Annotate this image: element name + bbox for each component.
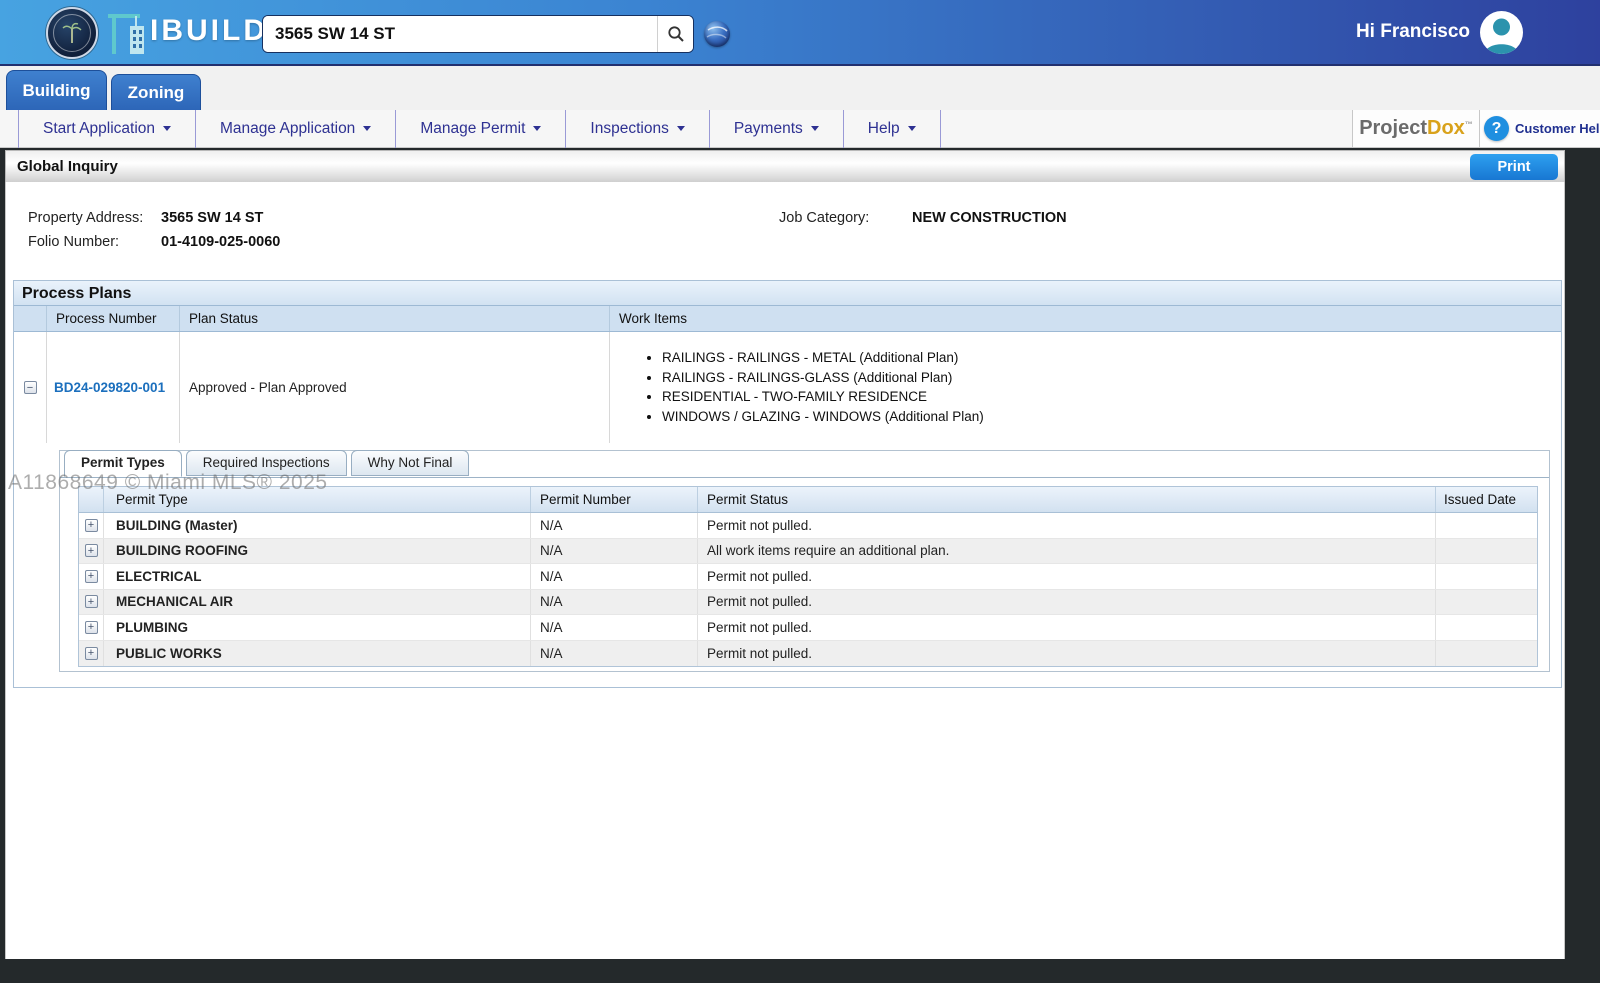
print-button[interactable]: Print — [1470, 154, 1558, 180]
permits-header-row: Permit Type Permit Number Permit Status … — [79, 487, 1537, 513]
job-category-value: NEW CONSTRUCTION — [912, 210, 1067, 226]
search-button[interactable] — [657, 16, 693, 52]
work-items-list: RAILINGS - RAILINGS - METAL (Additional … — [610, 332, 1561, 426]
col-permit-number: Permit Number — [531, 487, 698, 512]
menu-manage-application[interactable]: Manage Application — [196, 110, 396, 148]
chevron-down-icon — [533, 126, 541, 131]
main-menu-bar: Start Application Manage Application Man… — [0, 110, 1600, 148]
work-item: RAILINGS - RAILINGS-GLASS (Additional Pl… — [662, 368, 1561, 388]
tab-underline — [60, 477, 1549, 478]
tab-required-inspections[interactable]: Required Inspections — [186, 450, 347, 476]
search-input[interactable] — [263, 16, 657, 52]
top-header-bar: IBUILD Hi Francisco — [0, 0, 1600, 66]
table-row: + BUILDING ROOFING N/A All work items re… — [79, 539, 1537, 565]
col-permit-type: Permit Type — [104, 487, 531, 512]
process-plans-heading: Process Plans — [14, 281, 1561, 306]
property-address-label: Property Address: — [28, 210, 143, 226]
customer-help-label: Customer Help — [1515, 121, 1600, 136]
expand-row-button[interactable]: + — [85, 647, 98, 660]
table-row: + PLUMBING N/A Permit not pulled. — [79, 615, 1537, 641]
chevron-down-icon — [163, 126, 171, 131]
job-category-label: Job Category: — [779, 210, 869, 226]
tab-permit-types[interactable]: Permit Types — [64, 450, 182, 477]
search-icon — [667, 25, 685, 43]
folio-number-value: 01-4109-025-0060 — [161, 234, 280, 250]
customer-help-link[interactable]: ? Customer Help — [1480, 110, 1600, 147]
work-item: WINDOWS / GLAZING - WINDOWS (Additional … — [662, 407, 1561, 427]
property-address-value: 3565 SW 14 ST — [161, 210, 263, 226]
process-plans-header-row: Process Number Plan Status Work Items — [14, 306, 1561, 332]
menu-items: Start Application Manage Application Man… — [18, 110, 941, 148]
work-item: RAILINGS - RAILINGS - METAL (Additional … — [662, 348, 1561, 368]
expand-column-header — [14, 306, 47, 331]
process-number-link[interactable]: BD24-029820-001 — [54, 380, 165, 395]
person-icon — [1480, 11, 1523, 54]
crane-icon — [106, 10, 150, 58]
table-row: + ELECTRICAL N/A Permit not pulled. — [79, 564, 1537, 590]
user-greeting: Hi Francisco — [1356, 21, 1470, 43]
content-panel: Property Address: 3565 SW 14 ST Job Cate… — [5, 182, 1565, 959]
menu-help[interactable]: Help — [844, 110, 941, 148]
global-inquiry-page: IBUILD Hi Francisco Buil — [0, 0, 1600, 983]
page-title: Global Inquiry — [17, 158, 118, 175]
col-permit-status: Permit Status — [698, 487, 1436, 512]
permit-detail-panel: Permit Types Required Inspections Why No… — [59, 450, 1550, 672]
expand-row-button[interactable]: + — [85, 570, 98, 583]
tab-why-not-final[interactable]: Why Not Final — [351, 450, 470, 476]
menu-payments[interactable]: Payments — [710, 110, 844, 148]
collapse-row-button[interactable]: − — [24, 381, 37, 394]
tab-building[interactable]: Building — [6, 70, 107, 110]
table-row: + PUBLIC WORKS N/A Permit not pulled. — [79, 641, 1537, 667]
permits-table: Permit Type Permit Number Permit Status … — [78, 486, 1538, 667]
expand-column-header — [79, 487, 104, 512]
question-mark-icon: ? — [1484, 116, 1509, 141]
detail-tab-strip: Permit Types Required Inspections Why No… — [64, 450, 469, 477]
city-of-miami-seal-logo — [46, 7, 98, 59]
expand-row-button[interactable]: + — [85, 519, 98, 532]
chevron-down-icon — [677, 126, 685, 131]
table-row: + BUILDING (Master) N/A Permit not pulle… — [79, 513, 1537, 539]
menu-manage-permit[interactable]: Manage Permit — [396, 110, 566, 148]
table-row: + MECHANICAL AIR N/A Permit not pulled. — [79, 590, 1537, 616]
process-plans-section: Process Plans Process Number Plan Status… — [13, 280, 1562, 688]
chevron-down-icon — [363, 126, 371, 131]
address-search-box — [262, 15, 694, 53]
menu-inspections[interactable]: Inspections — [566, 110, 709, 148]
globe-icon[interactable] — [704, 21, 730, 47]
tab-zoning[interactable]: Zoning — [111, 74, 201, 110]
projectdox-link[interactable]: ProjectDox™ — [1352, 110, 1480, 147]
page-title-bar: Global Inquiry Print — [5, 150, 1565, 182]
work-item: RESIDENTIAL - TWO-FAMILY RESIDENCE — [662, 387, 1561, 407]
palm-tree-icon — [62, 21, 82, 45]
col-plan-status: Plan Status — [180, 306, 610, 331]
expand-row-button[interactable]: + — [85, 621, 98, 634]
col-work-items: Work Items — [610, 306, 1561, 331]
col-process-number: Process Number — [47, 306, 180, 331]
ibuild-logo-text: IBUILD — [150, 14, 268, 48]
folio-number-label: Folio Number: — [28, 234, 119, 250]
process-plan-row: − BD24-029820-001 Approved - Plan Approv… — [14, 332, 1561, 443]
user-avatar[interactable] — [1480, 11, 1523, 54]
expand-row-button[interactable]: + — [85, 544, 98, 557]
expand-row-button[interactable]: + — [85, 595, 98, 608]
menu-start-application[interactable]: Start Application — [18, 110, 196, 148]
chevron-down-icon — [811, 126, 819, 131]
seal-inner-ring — [53, 14, 91, 52]
plan-status-value: Approved - Plan Approved — [189, 380, 347, 395]
chevron-down-icon — [908, 126, 916, 131]
col-issued-date: Issued Date — [1436, 487, 1537, 512]
module-tab-row: Building Zoning — [0, 66, 1600, 110]
